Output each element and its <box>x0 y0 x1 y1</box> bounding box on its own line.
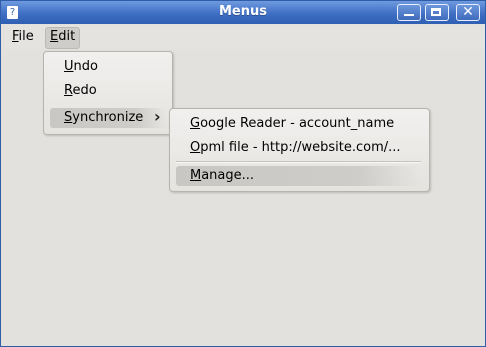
menu-item-opml-file[interactable]: Opml file - http://website.com/... <box>190 138 401 158</box>
app-window: ? Menus ✕ File Edit Undo Redo Synchroniz… <box>0 0 486 347</box>
menu-item-google-reader-label: oogle Reader - account_name <box>200 116 395 131</box>
close-icon: ✕ <box>462 4 474 20</box>
menu-file-label: ile <box>18 29 34 44</box>
title-bar[interactable]: ? Menus ✕ <box>1 1 485 24</box>
menu-item-opml-file-label: pml file - http://website.com/... <box>200 140 401 155</box>
edit-menu: Undo Redo Synchronize › <box>43 51 173 135</box>
menu-item-synchronize-label: ynchronize <box>72 110 144 125</box>
menu-separator <box>176 161 421 163</box>
menu-item-manage-text: Manage... <box>190 166 254 186</box>
menu-item-manage[interactable]: Manage... <box>176 166 421 186</box>
menu-item-opml-file-accel: O <box>190 140 201 155</box>
menu-edit[interactable]: Edit <box>45 27 81 49</box>
maximize-button[interactable] <box>425 4 449 21</box>
menu-item-redo[interactable]: Redo <box>64 81 97 101</box>
menu-item-synchronize[interactable]: Synchronize › <box>50 107 166 128</box>
menu-bar: File Edit <box>1 25 485 49</box>
menu-item-undo-label: ndo <box>73 59 98 74</box>
chevron-right-icon: › <box>154 107 161 126</box>
menu-edit-label: dit <box>58 29 76 44</box>
close-button[interactable]: ✕ <box>456 4 480 21</box>
menu-file[interactable]: File <box>8 27 38 47</box>
menu-item-google-reader-accel: G <box>190 116 201 131</box>
minimize-icon <box>404 14 414 16</box>
menu-item-manage-label: anage... <box>201 168 255 183</box>
menu-item-undo[interactable]: Undo <box>64 57 98 77</box>
menu-edit-accel: E <box>50 29 59 44</box>
menu-item-redo-label: edo <box>72 83 97 98</box>
synchronize-submenu: Google Reader - account_name Opml file -… <box>169 108 430 192</box>
menu-item-undo-accel: U <box>64 59 74 74</box>
menu-item-manage-accel: M <box>190 168 202 183</box>
minimize-button[interactable] <box>397 4 421 21</box>
menu-item-synchronize-text: Synchronize <box>64 108 143 128</box>
menu-item-google-reader[interactable]: Google Reader - account_name <box>190 114 394 134</box>
maximize-icon <box>431 8 441 16</box>
